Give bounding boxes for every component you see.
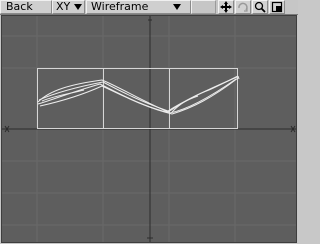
wireframe-object (37, 75, 240, 115)
chevron-down-icon (173, 4, 181, 10)
axis-label: XY (56, 0, 71, 13)
view-type-dropdown[interactable]: Back (0, 0, 52, 14)
render-mode-dropdown[interactable]: Wireframe (86, 0, 191, 14)
viewport-toolbar: Back XY Wireframe (0, 0, 298, 15)
maximize-view-button[interactable] (269, 0, 285, 14)
view-type-label: Back (6, 0, 33, 13)
rotate-view-icon (238, 2, 248, 12)
3d-viewport[interactable] (1, 15, 297, 243)
viewport-axes (2, 16, 296, 242)
rotate-view-button[interactable] (235, 0, 251, 14)
zoom-view-button[interactable] (252, 0, 268, 14)
toolbar-spacer (191, 0, 216, 14)
move-view-icon (220, 1, 232, 13)
viewport-window: Back XY Wireframe (0, 0, 298, 244)
maximize-view-icon (271, 1, 283, 13)
chevron-down-icon (74, 4, 82, 10)
viewport-canvas (2, 16, 296, 242)
render-mode-label: Wireframe (91, 0, 149, 13)
zoom-view-icon (254, 1, 266, 13)
axis-dropdown[interactable]: XY (52, 0, 85, 14)
move-view-button[interactable] (218, 0, 234, 14)
